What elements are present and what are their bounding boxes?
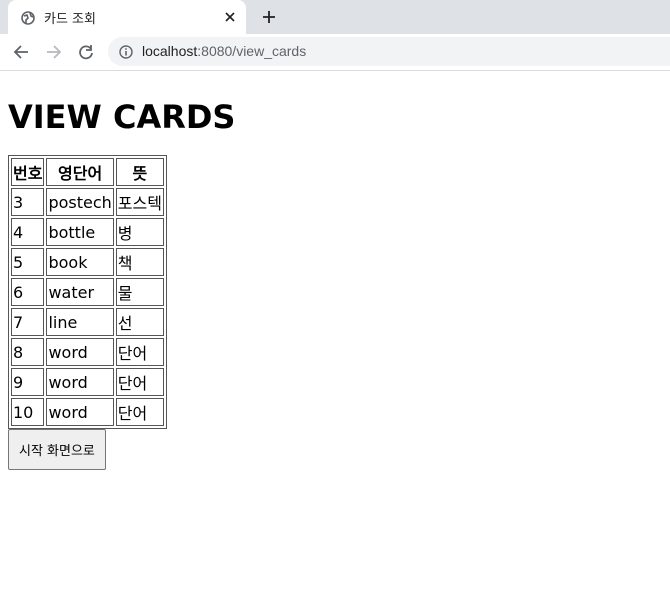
cell-meaning: 책 bbox=[115, 248, 164, 276]
cell-number: 10 bbox=[11, 398, 45, 426]
browser-tab[interactable]: 카드 조회 bbox=[8, 0, 246, 34]
url-path: :8080/view_cards bbox=[197, 43, 307, 59]
cell-number: 5 bbox=[11, 248, 45, 276]
cell-meaning: 단어 bbox=[115, 338, 164, 366]
info-icon[interactable] bbox=[119, 44, 133, 59]
table-row: 9 word 단어 bbox=[11, 368, 164, 396]
cell-english-word: bottle bbox=[46, 218, 114, 246]
cell-meaning: 포스텍 bbox=[115, 188, 164, 216]
cell-number: 3 bbox=[11, 188, 45, 216]
cell-number: 8 bbox=[11, 338, 45, 366]
cell-english-word: book bbox=[46, 248, 114, 276]
cell-english-word: water bbox=[46, 278, 114, 306]
cards-table: 번호 영단어 뜻 3 postech 포스텍 4 bottle 병 5 book… bbox=[8, 155, 167, 429]
cell-meaning: 물 bbox=[115, 278, 164, 306]
tab-strip: 카드 조회 bbox=[0, 0, 670, 34]
table-row: 8 word 단어 bbox=[11, 338, 164, 366]
page-title: VIEW CARDS bbox=[8, 98, 236, 136]
cell-number: 7 bbox=[11, 308, 45, 336]
reload-icon[interactable] bbox=[78, 44, 94, 60]
cell-meaning: 단어 bbox=[115, 398, 164, 426]
browser-toolbar: localhost:8080/view_cards bbox=[0, 34, 670, 71]
cell-number: 4 bbox=[11, 218, 45, 246]
cell-meaning: 병 bbox=[115, 218, 164, 246]
cell-english-word: line bbox=[46, 308, 114, 336]
url-text: localhost:8080/view_cards bbox=[142, 43, 306, 59]
table-row: 7 line 선 bbox=[11, 308, 164, 336]
table-row: 4 bottle 병 bbox=[11, 218, 164, 246]
tab-title: 카드 조회 bbox=[44, 12, 96, 27]
cell-number: 9 bbox=[11, 368, 45, 396]
cell-meaning: 선 bbox=[115, 308, 164, 336]
go-to-start-button[interactable]: 시작 화면으로 bbox=[8, 429, 106, 470]
url-host: localhost bbox=[142, 43, 198, 59]
new-tab-icon[interactable] bbox=[261, 9, 277, 25]
globe-icon bbox=[21, 10, 35, 25]
table-row: 10 word 단어 bbox=[11, 398, 164, 426]
table-row: 5 book 책 bbox=[11, 248, 164, 276]
address-bar[interactable]: localhost:8080/view_cards bbox=[108, 37, 670, 66]
header-meaning: 뜻 bbox=[115, 158, 164, 186]
cell-english-word: word bbox=[46, 368, 114, 396]
cell-meaning: 단어 bbox=[115, 368, 164, 396]
page-content: VIEW CARDS 번호 영단어 뜻 3 postech 포스텍 4 bott… bbox=[0, 71, 670, 478]
header-number: 번호 bbox=[11, 158, 45, 186]
table-row: 3 postech 포스텍 bbox=[11, 188, 164, 216]
cell-number: 6 bbox=[11, 278, 45, 306]
cell-english-word: word bbox=[46, 398, 114, 426]
close-icon[interactable] bbox=[222, 9, 238, 25]
forward-arrow-icon[interactable] bbox=[46, 44, 62, 60]
back-arrow-icon[interactable] bbox=[13, 44, 29, 60]
cell-english-word: postech bbox=[46, 188, 114, 216]
table-row: 6 water 물 bbox=[11, 278, 164, 306]
table-header-row: 번호 영단어 뜻 bbox=[11, 158, 164, 186]
header-english-word: 영단어 bbox=[46, 158, 114, 186]
cell-english-word: word bbox=[46, 338, 114, 366]
